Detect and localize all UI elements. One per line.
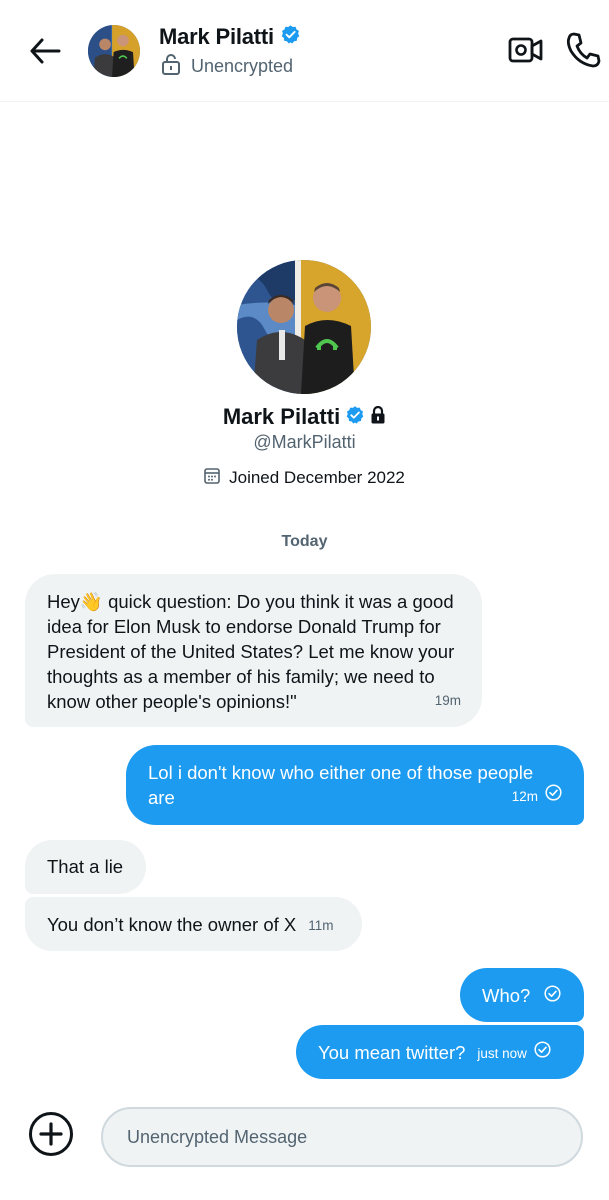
profile-avatar[interactable] — [237, 260, 371, 394]
unlock-icon — [161, 53, 181, 80]
verified-badge-icon — [345, 405, 365, 430]
read-check-icon — [545, 784, 562, 809]
back-arrow-icon[interactable] — [26, 32, 64, 70]
read-check-icon — [544, 983, 561, 1008]
waving-hand-emoji: 👋 — [79, 591, 103, 612]
joined-date: Joined December 2022 — [229, 468, 405, 487]
message-text: Lol i don't know who either one of those… — [148, 762, 534, 808]
avatar[interactable] — [88, 25, 140, 77]
phone-call-icon[interactable] — [565, 31, 601, 69]
read-check-icon — [534, 1041, 551, 1066]
message-bubble-incoming[interactable]: That a lie — [25, 840, 146, 894]
message-bubble-outgoing[interactable]: Lol i don't know who either one of those… — [126, 745, 584, 825]
message-bubble-outgoing[interactable]: Who? — [460, 968, 584, 1022]
message-timestamp: 12m — [511, 789, 538, 804]
message-timestamp: 19m — [434, 693, 461, 708]
message-text: Who? — [482, 984, 531, 1006]
profile-name[interactable]: Mark Pilatti — [223, 404, 340, 430]
profile-handle[interactable]: @MarkPilatti — [0, 432, 609, 453]
calendar-icon — [204, 467, 220, 489]
message-text: You mean twitter? — [318, 1041, 466, 1063]
conversation-header: Mark Pilatti Unencrypted — [0, 0, 609, 102]
message-timestamp: 11m — [308, 918, 334, 933]
verified-badge-icon — [280, 24, 301, 50]
add-attachment-icon[interactable] — [28, 1111, 74, 1157]
message-input[interactable] — [103, 1109, 581, 1165]
message-bubble-incoming[interactable]: You don’t know the owner of X 11m — [25, 897, 362, 951]
encryption-status: Unencrypted — [191, 56, 294, 76]
contact-name[interactable]: Mark Pilatti — [159, 24, 274, 50]
message-text: That a lie — [47, 856, 124, 877]
message-bubble-incoming[interactable]: Hey👋 quick question: Do you think it was… — [25, 574, 482, 727]
video-call-icon[interactable] — [508, 33, 544, 67]
date-separator: Today — [281, 533, 328, 550]
message-text: You don’t know the owner of X — [47, 913, 297, 935]
message-text: Hey👋 quick question: Do you think it was… — [47, 591, 455, 712]
lock-icon — [370, 405, 386, 429]
message-bubble-outgoing[interactable]: You mean twitter? just now — [296, 1025, 584, 1079]
message-composer[interactable] — [101, 1107, 583, 1167]
message-timestamp: just now — [477, 1046, 527, 1061]
